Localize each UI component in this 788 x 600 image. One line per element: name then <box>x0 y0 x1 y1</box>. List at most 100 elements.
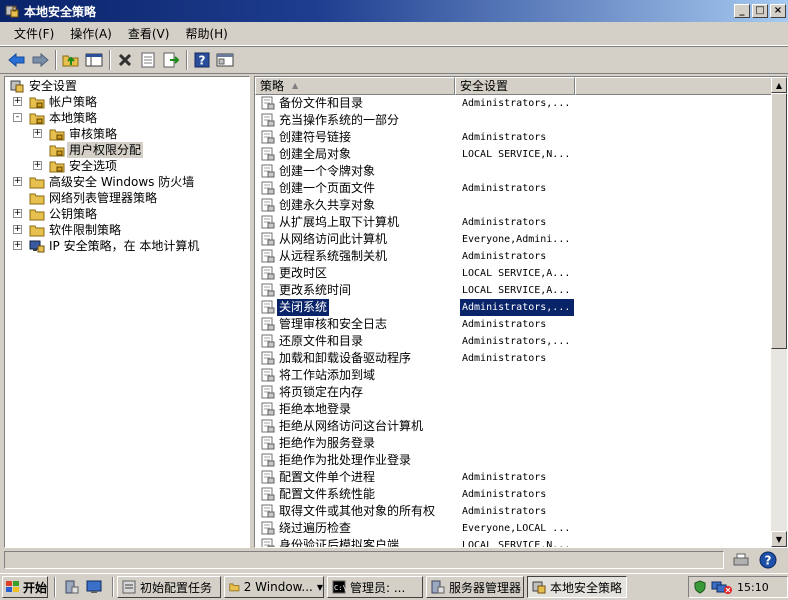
scroll-down-button[interactable]: ▼ <box>771 531 787 547</box>
title-bar[interactable]: 本地安全策略 _ □ × <box>0 0 788 22</box>
help-button[interactable]: ? <box>191 49 213 71</box>
export-list-button[interactable] <box>160 49 182 71</box>
policy-name: 充当操作系统的一部分 <box>279 113 400 127</box>
list-item[interactable]: 拒绝从网络访问这台计算机 <box>255 418 771 435</box>
maximize-button[interactable]: □ <box>752 4 768 18</box>
list-item[interactable]: 从远程系统强制关机 Administrators <box>255 248 771 265</box>
menu-file[interactable]: 文件(F) <box>6 23 62 44</box>
tree-item-local-policies[interactable]: - 本地策略 <box>5 110 249 126</box>
list-item[interactable]: 更改时区 LOCAL SERVICE,A... <box>255 265 771 282</box>
column-header-setting[interactable]: 安全设置 <box>455 77 575 95</box>
policy-setting: LOCAL SERVICE,A... <box>462 285 571 296</box>
vertical-scrollbar[interactable]: ▲ ▼ <box>771 77 787 547</box>
list-item[interactable]: 创建永久共享对象 <box>255 197 771 214</box>
tree-item-audit-policy[interactable]: + 审核策略 <box>5 126 249 142</box>
list-item[interactable]: 绕过遍历检查 Everyone,LOCAL ... <box>255 520 771 537</box>
task-explorer-group[interactable]: 2 Window... ▼ <box>224 576 324 598</box>
expand-icon[interactable]: + <box>13 225 22 234</box>
list-item[interactable]: 加载和卸载设备驱动程序 Administrators <box>255 350 771 367</box>
list-item[interactable]: 拒绝作为服务登录 <box>255 435 771 452</box>
tree-pane[interactable]: 安全设置 + 帐户策略 - 本地策略 + 审核策略 用户权限分配 + 安全选项 … <box>4 76 250 548</box>
list-item[interactable]: 拒绝作为批处理作业登录 <box>255 452 771 469</box>
task-server-manager[interactable]: 服务器管理器 <box>426 576 524 598</box>
task-command-prompt[interactable]: C:\ 管理员: ... <box>327 576 423 598</box>
menu-help[interactable]: 帮助(H) <box>177 23 235 44</box>
minimize-button[interactable]: _ <box>734 4 750 18</box>
forward-button[interactable] <box>29 49 51 71</box>
policy-setting: LOCAL SERVICE,N... <box>462 540 571 548</box>
command-prompt-icon: C:\ <box>332 580 346 594</box>
show-console-button[interactable] <box>214 49 236 71</box>
task-local-security-policy[interactable]: 本地安全策略 <box>527 576 627 598</box>
tree-item-public-key-policies[interactable]: + 公钥策略 <box>5 206 249 222</box>
policy-icon <box>261 402 275 416</box>
list-item[interactable]: 还原文件和目录 Administrators,... <box>255 333 771 350</box>
collapse-icon[interactable]: - <box>13 113 22 122</box>
clock[interactable]: 15:10 <box>737 581 769 594</box>
tree-item-security-settings[interactable]: 安全设置 <box>5 78 249 94</box>
menu-action[interactable]: 操作(A) <box>62 23 120 44</box>
list-item[interactable]: 配置文件系统性能 Administrators <box>255 486 771 503</box>
tree-item-label: 公钥策略 <box>49 207 98 221</box>
folder-icon <box>29 222 45 238</box>
tree-item-software-restriction[interactable]: + 软件限制策略 <box>5 222 249 238</box>
list-item[interactable]: 备份文件和目录 Administrators,... <box>255 95 771 112</box>
back-button[interactable] <box>6 49 28 71</box>
task-initial-configuration[interactable]: 初始配置任务 <box>117 576 221 598</box>
tree-item-account-policies[interactable]: + 帐户策略 <box>5 94 249 110</box>
tree-item-network-list-manager[interactable]: 网络列表管理器策略 <box>5 190 249 206</box>
expand-icon[interactable]: + <box>33 161 42 170</box>
network-warning-icon[interactable] <box>711 580 733 594</box>
expand-icon[interactable]: + <box>13 97 22 106</box>
list-item[interactable]: 配置文件单个进程 Administrators <box>255 469 771 486</box>
list-item[interactable]: 创建一个页面文件 Administrators <box>255 180 771 197</box>
list-item[interactable]: 从网络访问此计算机 Everyone,Admini... <box>255 231 771 248</box>
tree-item-security-options[interactable]: + 安全选项 <box>5 158 249 174</box>
policy-list-pane[interactable]: 策略 ▲ 安全设置 备份文件和目录 Administrators,... 充当操作系… <box>254 76 788 548</box>
list-item[interactable]: 更改系统时间 LOCAL SERVICE,A... <box>255 282 771 299</box>
expand-icon[interactable]: + <box>13 241 22 250</box>
help-circle-icon[interactable]: ? <box>758 550 778 570</box>
expand-icon[interactable]: + <box>13 209 22 218</box>
delete-button[interactable] <box>114 49 136 71</box>
policy-icon <box>261 436 275 450</box>
policy-name: 更改系统时间 <box>279 283 352 297</box>
tree-item-windows-firewall[interactable]: + 高级安全 Windows 防火墙 <box>5 174 249 190</box>
list-item[interactable]: 取得文件或其他对象的所有权 Administrators <box>255 503 771 520</box>
list-item[interactable]: 身份验证后模拟客户端 LOCAL SERVICE,N... <box>255 537 771 548</box>
menu-view[interactable]: 查看(V) <box>120 23 178 44</box>
expand-icon[interactable]: + <box>13 177 22 186</box>
show-hide-tree-button[interactable] <box>83 49 105 71</box>
properties-button[interactable] <box>137 49 159 71</box>
forward-arrow-icon <box>32 52 49 68</box>
close-button[interactable]: × <box>770 4 786 18</box>
list-item[interactable]: 拒绝本地登录 <box>255 401 771 418</box>
start-button[interactable]: 开始 <box>2 576 48 598</box>
list-item[interactable]: 管理审核和安全日志 Administrators <box>255 316 771 333</box>
printer-icon[interactable] <box>730 550 752 570</box>
expand-icon[interactable]: + <box>33 129 42 138</box>
quick-launch-server-manager-icon[interactable] <box>62 577 82 597</box>
policy-setting <box>460 112 462 129</box>
scrollbar-thumb[interactable] <box>771 93 787 349</box>
list-item[interactable]: 关闭系统 Administrators,... <box>255 299 771 316</box>
list-item[interactable]: 创建符号链接 Administrators <box>255 129 771 146</box>
security-shield-icon[interactable] <box>693 580 707 594</box>
main-panes: 安全设置 + 帐户策略 - 本地策略 + 审核策略 用户权限分配 + 安全选项 … <box>4 76 788 548</box>
list-item[interactable]: 将页锁定在内存 <box>255 384 771 401</box>
scroll-up-button[interactable]: ▲ <box>771 77 787 93</box>
list-item[interactable]: 充当操作系统的一部分 <box>255 112 771 129</box>
close-icon: × <box>773 5 783 16</box>
tree-item-ip-security[interactable]: + IP 安全策略，在 本地计算机 <box>5 238 249 254</box>
quick-launch-show-desktop-icon[interactable] <box>84 577 104 597</box>
column-header-policy[interactable]: 策略 ▲ <box>255 77 455 95</box>
list-item[interactable]: 创建全局对象 LOCAL SERVICE,N... <box>255 146 771 163</box>
list-item[interactable]: 从扩展坞上取下计算机 Administrators <box>255 214 771 231</box>
list-item[interactable]: 将工作站添加到域 <box>255 367 771 384</box>
tree-item-user-rights-assignment[interactable]: 用户权限分配 <box>5 142 249 158</box>
minimize-icon: _ <box>739 5 745 16</box>
list-item[interactable]: 创建一个令牌对象 <box>255 163 771 180</box>
sort-ascending-icon: ▲ <box>292 81 299 90</box>
policy-icon <box>261 470 275 484</box>
up-one-level-button[interactable] <box>60 49 82 71</box>
